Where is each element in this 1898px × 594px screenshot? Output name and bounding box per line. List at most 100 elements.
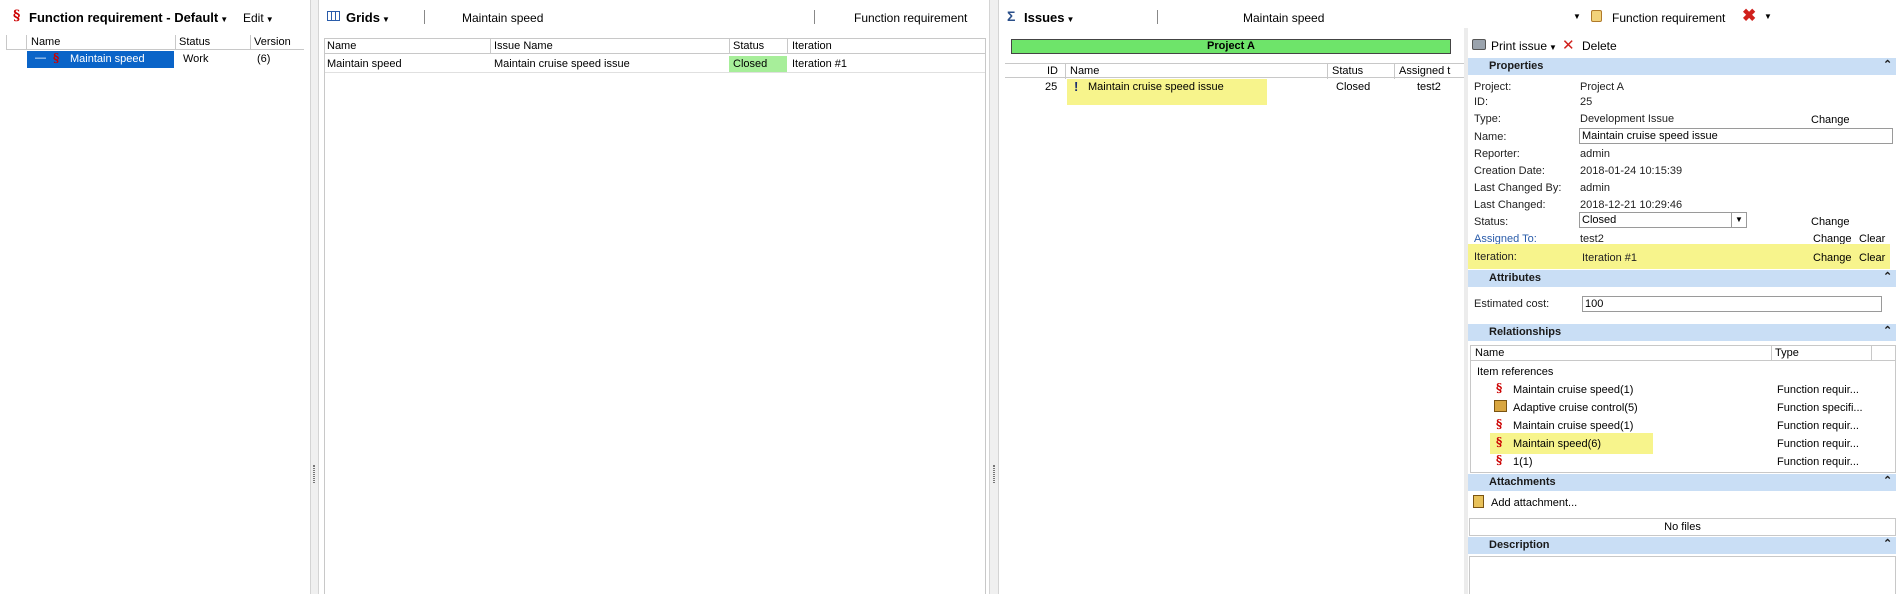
status-select[interactable]: Closed ▼ (1579, 212, 1747, 228)
attachments-header[interactable]: Attachments ⌃ (1468, 474, 1896, 491)
splitter-middle[interactable] (989, 0, 999, 594)
collapse-icon[interactable]: ⌃ (1883, 270, 1892, 283)
cell-id: 25 (1045, 81, 1058, 93)
tree-item-version: (6) (257, 53, 271, 65)
pane-title[interactable]: Function requirement - Default ▼ (29, 10, 228, 25)
attributes-title: Attributes (1489, 272, 1541, 284)
grids-pane: Grids ▼ Maintain speed Function requireme… (319, 0, 989, 594)
reporter-value: admin (1580, 148, 1610, 160)
status-select-value: Closed (1582, 214, 1617, 226)
tree-item-status: Work (183, 53, 209, 65)
tree-item-name: Maintain speed (70, 53, 145, 65)
collapse-icon[interactable]: ⌃ (1883, 58, 1892, 71)
type-change-button[interactable]: Change (1811, 114, 1850, 126)
description-editor[interactable] (1469, 556, 1896, 594)
attributes-header[interactable]: Attributes ⌃ (1468, 270, 1896, 287)
splitter-left[interactable] (310, 0, 319, 594)
name-field[interactable]: Maintain cruise speed issue (1579, 128, 1893, 144)
relation-type: Function requir... (1777, 438, 1859, 450)
cell-name: Maintain speed (327, 58, 402, 70)
grids-menu[interactable]: Grids ▼ (346, 10, 390, 25)
sigma-icon: Σ (1007, 8, 1016, 24)
section-icon: § (1496, 435, 1503, 449)
tree-header: Name Status Version (6, 35, 304, 50)
column-status[interactable]: Status (1332, 65, 1363, 77)
relation-type: Function specifi... (1777, 402, 1863, 414)
column-name[interactable]: Name (1475, 347, 1504, 359)
estimated-cost-field[interactable]: 100 (1582, 296, 1882, 312)
column-iteration[interactable]: Iteration (792, 40, 832, 52)
grid-icon (327, 11, 340, 21)
item-references-group[interactable]: Item references (1477, 366, 1553, 378)
relationships-header-row: Name Type (1471, 346, 1895, 361)
relation-name[interactable]: 1(1) (1513, 456, 1533, 468)
column-issue-name[interactable]: Issue Name (494, 40, 553, 52)
chevron-down-icon: ▼ (381, 15, 390, 24)
reporter-label: Reporter: (1474, 148, 1520, 160)
id-label: ID: (1474, 96, 1489, 108)
iteration-clear-button[interactable]: Clear (1859, 252, 1885, 264)
delete-button[interactable]: Delete (1582, 39, 1617, 53)
relation-name[interactable]: Adaptive cruise control(5) (1513, 402, 1638, 414)
section-icon: § (13, 8, 21, 24)
relation-type: Function requir... (1777, 420, 1859, 432)
issues-header: ID Name Status Assigned t (1005, 63, 1464, 79)
column-id[interactable]: ID (1047, 65, 1058, 77)
iteration-label: Iteration: (1474, 251, 1517, 263)
printer-icon (1472, 39, 1486, 50)
column-status[interactable]: Status (179, 36, 210, 48)
relationships-title: Relationships (1489, 326, 1562, 338)
collapse-icon[interactable]: ⌃ (1883, 324, 1892, 337)
last-changed-by-value: admin (1580, 182, 1610, 194)
column-name[interactable]: Name (31, 36, 60, 48)
print-issue-button[interactable]: Print issue ▼ (1491, 39, 1557, 53)
grids-context: Maintain speed (462, 11, 544, 25)
toolbar-separator (424, 10, 425, 24)
name-label: Name: (1474, 131, 1507, 143)
issues-menu[interactable]: Issues ▼ (1024, 10, 1074, 25)
relation-name[interactable]: Maintain cruise speed(1) (1513, 420, 1633, 432)
collapse-icon[interactable]: ⌃ (1883, 537, 1892, 550)
close-menu-chevron[interactable]: ▼ (1764, 12, 1772, 21)
project-bar: Project A (1011, 39, 1451, 54)
column-name[interactable]: Name (327, 40, 356, 52)
relation-name[interactable]: Maintain speed(6) (1513, 438, 1601, 450)
attachments-list: No files (1469, 518, 1896, 536)
cell-issue-name: Maintain cruise speed issue (494, 58, 630, 70)
estimated-cost-label: Estimated cost: (1474, 298, 1550, 310)
project-value: Project A (1580, 81, 1625, 93)
relation-type: Function requir... (1777, 384, 1859, 396)
column-version[interactable]: Version (254, 36, 291, 48)
chevron-down-icon: ▼ (220, 15, 229, 24)
type-label: Type: (1474, 113, 1501, 125)
column-assigned[interactable]: Assigned t (1399, 65, 1450, 77)
description-title: Description (1489, 539, 1550, 551)
column-type[interactable]: Type (1775, 347, 1799, 359)
grid-row[interactable]: Maintain speed Maintain cruise speed iss… (325, 56, 985, 73)
cell-iteration: Iteration #1 (792, 58, 848, 70)
column-name[interactable]: Name (1070, 65, 1099, 77)
project-label: Project: (1474, 81, 1512, 93)
relationships-header[interactable]: Relationships ⌃ (1468, 324, 1896, 341)
cell-status: Closed (729, 56, 787, 72)
properties-header[interactable]: Properties ⌃ (1468, 58, 1896, 75)
close-icon[interactable]: ✖ (1742, 6, 1756, 26)
no-files-text: No files (1664, 521, 1701, 533)
status-change-button[interactable]: Change (1811, 216, 1850, 228)
relation-name[interactable]: Maintain cruise speed(1) (1513, 384, 1633, 396)
section-icon: § (1496, 453, 1503, 467)
description-header[interactable]: Description ⌃ (1468, 537, 1896, 554)
issue-row[interactable]: 25 ! Maintain cruise speed issue Closed … (1005, 79, 1464, 105)
project-bar-label: Project A (1207, 40, 1255, 52)
issues-context-dropdown[interactable]: ▼ (1573, 12, 1581, 21)
attachment-icon (1473, 495, 1484, 508)
last-changed-label: Last Changed: (1474, 199, 1546, 211)
iteration-change-button[interactable]: Change (1813, 252, 1852, 264)
collapse-icon[interactable]: ⌃ (1883, 474, 1892, 487)
section-icon: § (53, 51, 60, 65)
grid-header: Name Issue Name Status Iteration (325, 39, 985, 54)
edit-menu[interactable]: Edit ▼ (243, 11, 274, 25)
add-attachment-link[interactable]: Add attachment... (1491, 497, 1577, 509)
creation-date-label: Creation Date: (1474, 165, 1545, 177)
column-status[interactable]: Status (733, 40, 764, 52)
